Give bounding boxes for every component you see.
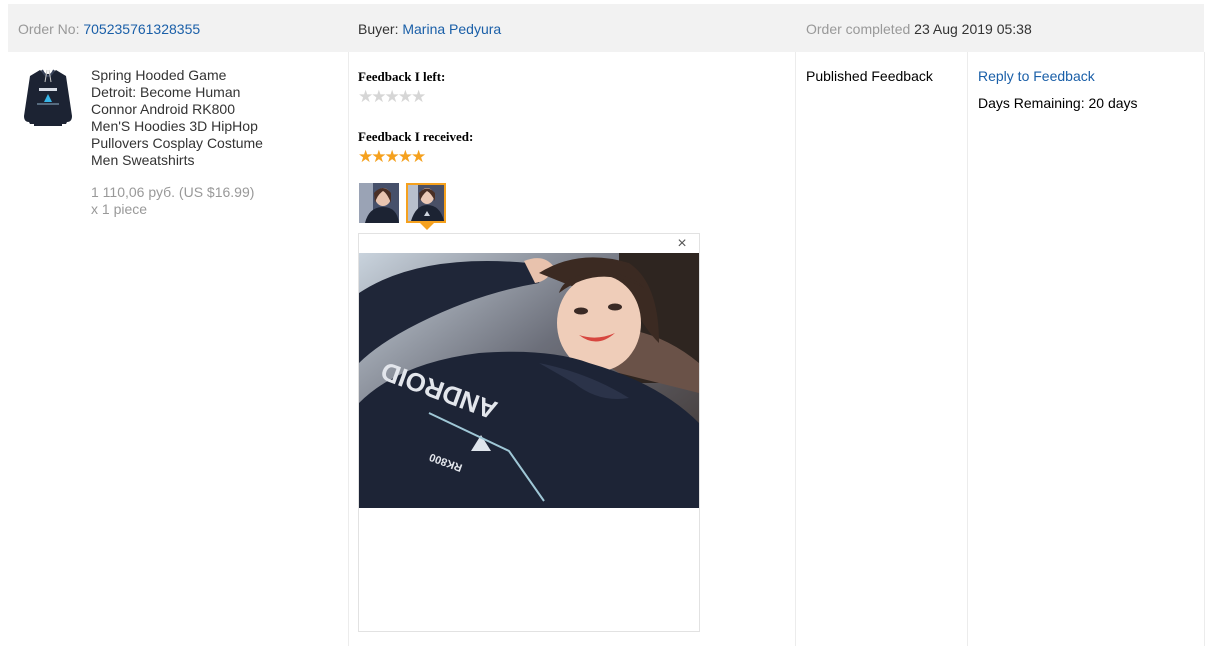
order-completed-field: Order completed 23 Aug 2019 05:38 [806,21,1032,37]
feedback-received-heading: Feedback I received: [358,129,474,144]
published-feedback-status: Published Feedback [806,68,933,84]
product-quantity: x 1 piece [91,201,148,217]
feedback-left-heading: Feedback I left: [358,69,446,84]
selected-photo-caret-icon [420,223,434,230]
close-icon[interactable]: × [675,236,689,252]
hoodie-icon [24,69,72,126]
product-price-block: 1 110,06 руб. (US $16.99) x 1 piece [91,184,254,218]
days-remaining: Days Remaining: 20 days [978,95,1138,111]
review-photo-preview: ANDROID RK800 [359,253,699,508]
column-divider [348,52,349,646]
order-completed-date: 23 Aug 2019 05:38 [914,21,1032,37]
order-number-link[interactable]: 705235761328355 [83,21,200,37]
feedback-left-stars: ★★★★★ [358,87,426,106]
column-divider [967,52,968,646]
product-price: 1 110,06 руб. (US $16.99) [91,184,255,200]
order-header: Order No: 705235761328355 Buyer: Marina … [8,4,1204,52]
column-divider [1204,52,1205,646]
review-photo-image: ANDROID RK800 [359,253,699,508]
buyer-name-link[interactable]: Marina Pedyura [402,21,501,37]
product-title[interactable]: Spring Hooded Game Detroit: Become Human… [91,67,271,169]
order-number-field: Order No: 705235761328355 [18,21,200,37]
product-thumbnail[interactable] [22,66,74,128]
reply-to-feedback-link[interactable]: Reply to Feedback [978,68,1095,84]
order-completed-label: Order completed [806,21,911,37]
column-divider [795,52,796,646]
buyer-field: Buyer: Marina Pedyura [358,21,501,37]
review-photo-image [359,183,399,223]
review-photo-thumbnail-1[interactable] [359,183,399,223]
review-photo-thumbnail-2[interactable] [406,183,446,223]
feedback-received-stars: ★★★★★ [358,147,426,166]
buyer-label: Buyer: [358,21,399,37]
review-photo-image [408,185,444,221]
order-number-label: Order No: [18,21,80,37]
